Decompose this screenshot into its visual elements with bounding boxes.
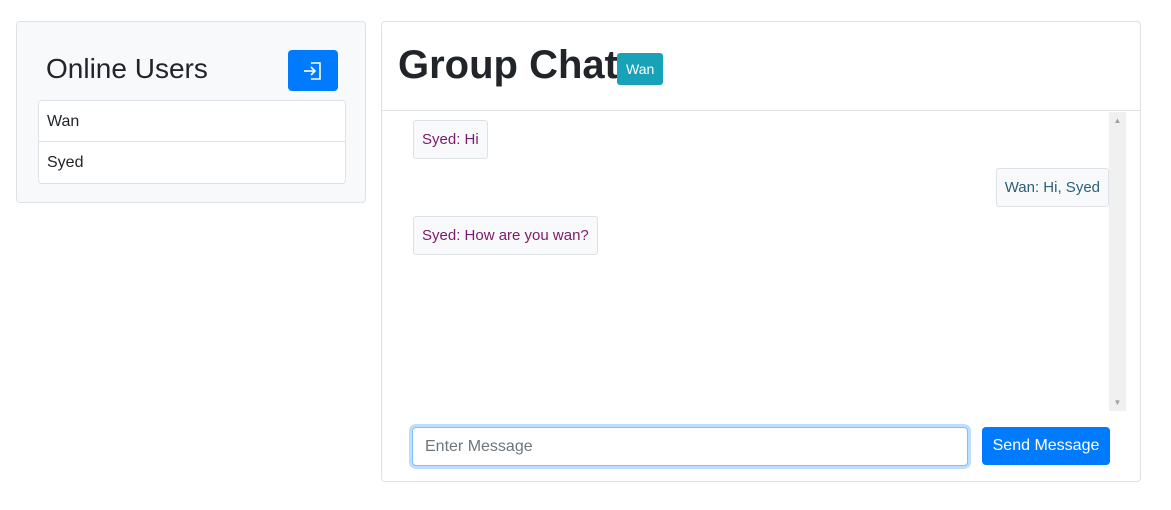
- message-bubble: Syed: Hi: [413, 120, 488, 159]
- chat-title: Group Chat: [398, 43, 618, 87]
- scroll-down-icon[interactable]: ▼: [1109, 394, 1126, 411]
- user-list-item[interactable]: Wan: [39, 101, 345, 142]
- current-user-badge: Wan: [617, 53, 664, 85]
- online-users-title: Online Users: [46, 53, 208, 84]
- logout-button[interactable]: [288, 50, 338, 91]
- send-message-button[interactable]: Send Message: [982, 427, 1110, 465]
- message-bubble: Wan: Hi, Syed: [995, 168, 1109, 207]
- sign-in-icon: [304, 61, 321, 80]
- message-list: Syed: Hi Wan: Hi, Syed Syed: How are you…: [413, 112, 1126, 412]
- chat-panel: Group Chat Wan Syed: Hi Wan: Hi, Syed Sy…: [381, 21, 1141, 482]
- message-scrollbar[interactable]: ▲ ▼: [1109, 112, 1126, 411]
- message-input[interactable]: [412, 427, 968, 466]
- message-bubble: Syed: How are you wan?: [413, 216, 598, 255]
- scroll-up-icon[interactable]: ▲: [1109, 112, 1126, 129]
- chat-header: Group Chat Wan: [382, 22, 1140, 111]
- user-list-item[interactable]: Syed: [39, 142, 345, 183]
- online-users-panel: Online Users Wan Syed: [16, 21, 366, 203]
- user-list: Wan Syed: [38, 100, 346, 184]
